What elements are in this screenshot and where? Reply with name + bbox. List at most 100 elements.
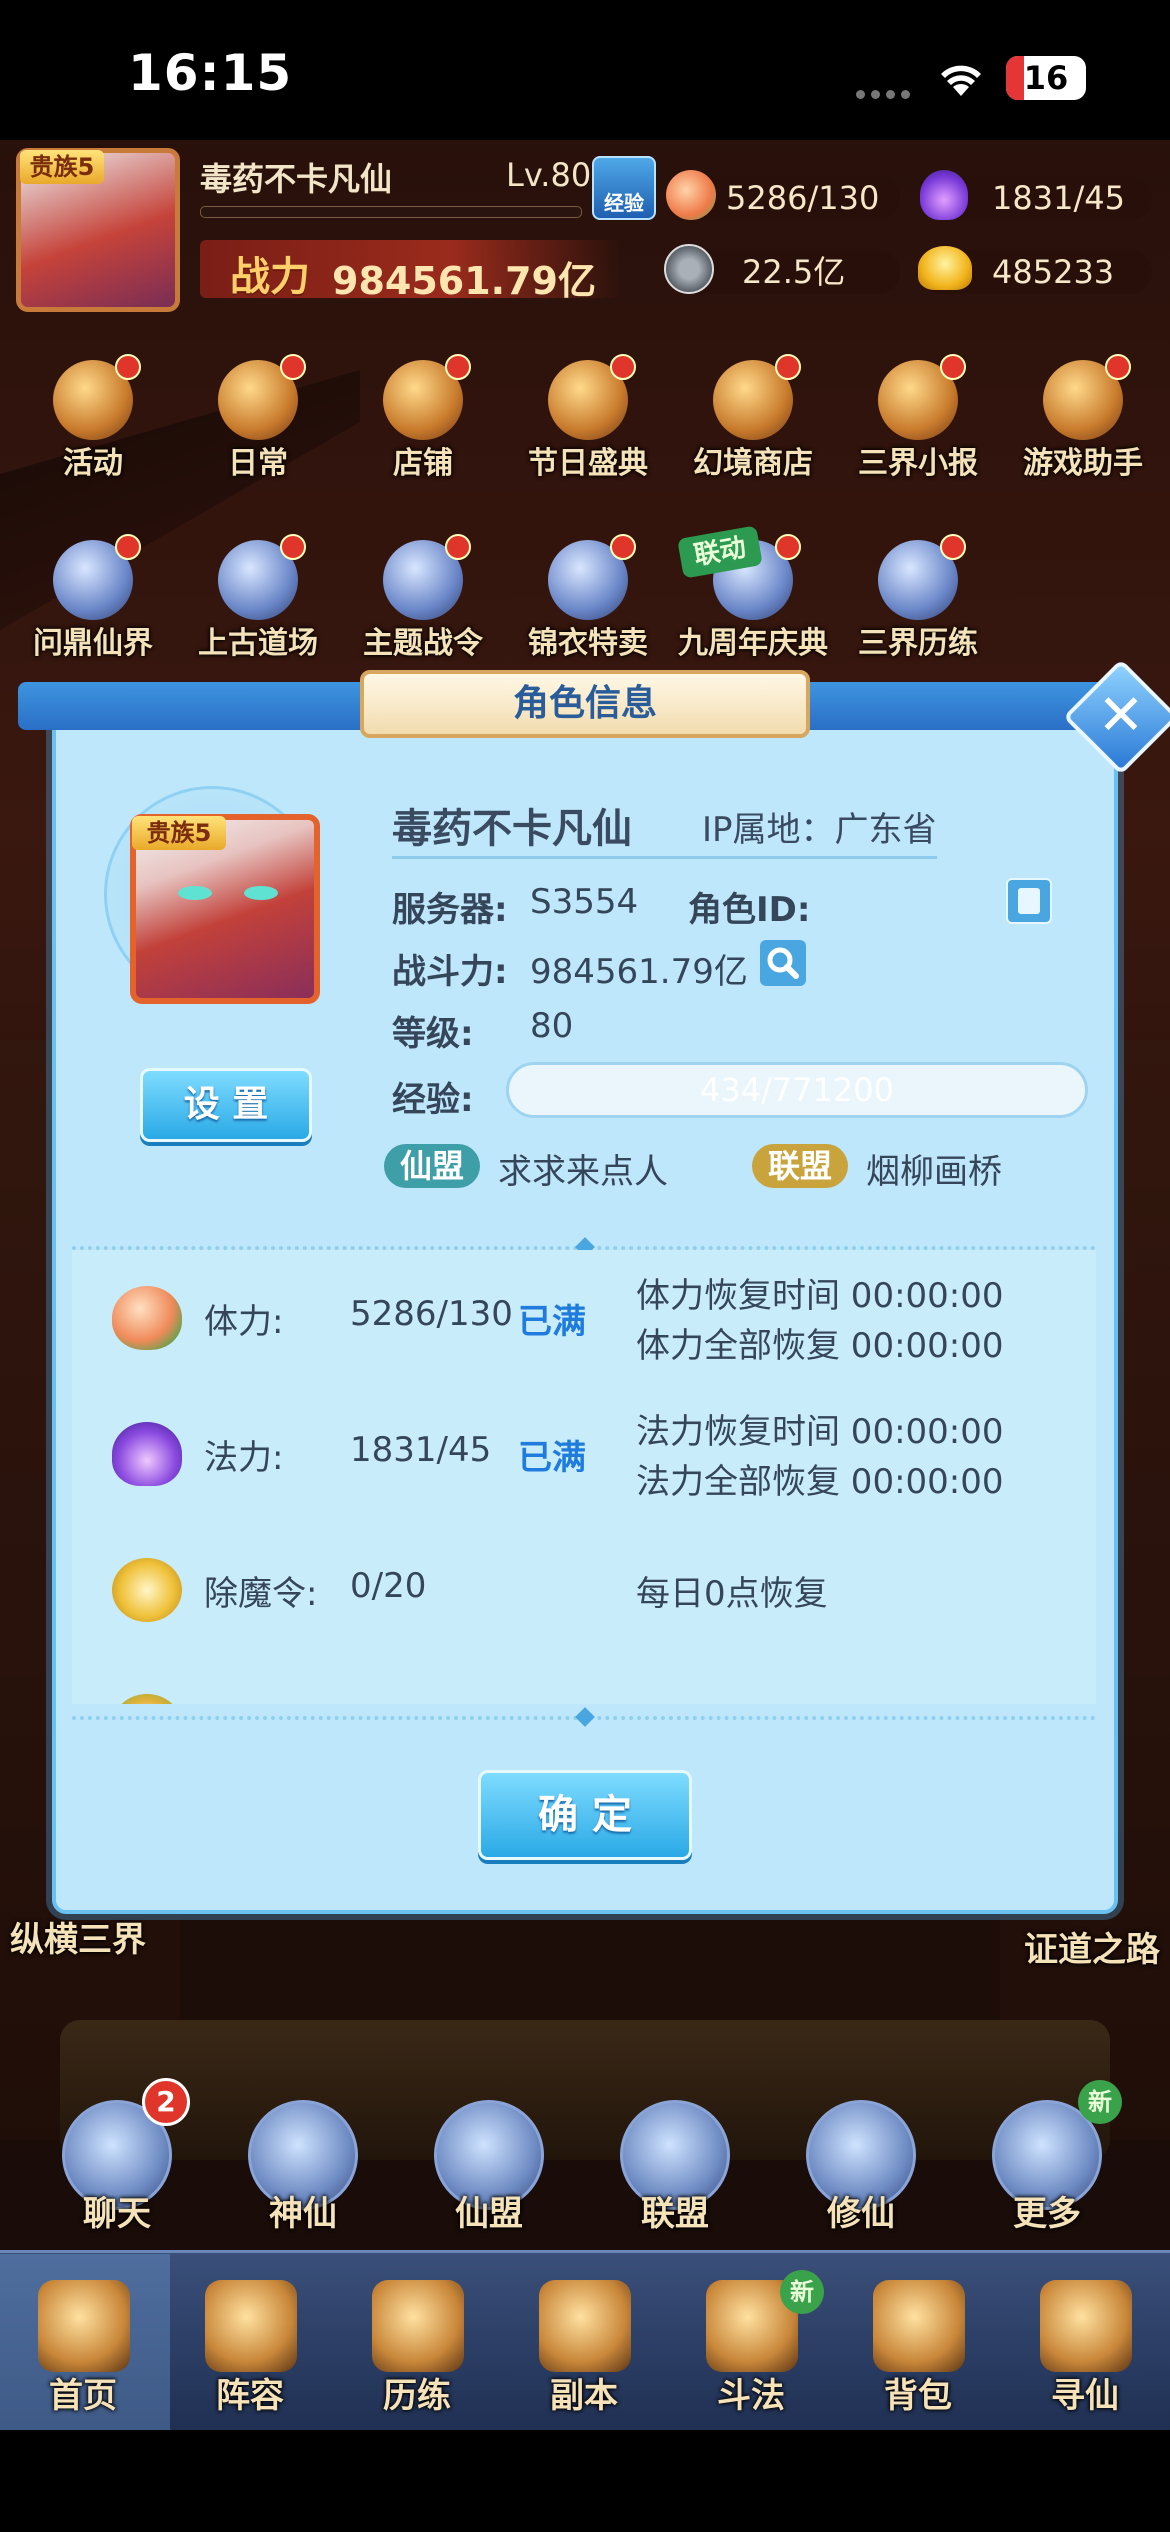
notification-dot [775,354,801,380]
bottom-nav-item[interactable]: 寻仙 [1002,2260,1169,2430]
side-label-right[interactable]: 证道之路 [960,1922,1160,1971]
menu-row1-label: 日常 [228,446,288,481]
menu-row2-label: 上古道场 [198,626,318,661]
bottom-nav-item[interactable]: 阵容 [167,2260,334,2430]
coin-icon [664,244,714,294]
menu-row1-label: 三界小报 [858,446,978,481]
power-value: 984561.79亿 [332,259,596,303]
status-bar: 16:15 16 [0,0,1170,140]
menu-row1-label: 活动 [63,446,123,481]
server-label: 服务器: [392,890,508,930]
bottom-nav-item[interactable]: 新 斗法 [668,2260,835,2430]
copy-icon[interactable] [1006,878,1052,924]
battery-level: 16 [1023,59,1069,97]
screen-bottom [0,2430,1170,2532]
peach-icon [112,1286,182,1350]
menu-row1-label: 幻境商店 [693,446,813,481]
role-name: 毒药不卡凡仙 [392,806,632,852]
stat-recover-line1: 体力恢复时间 00:00:00 [636,1276,1004,1316]
exp-bar [200,206,582,218]
power-value: 984561.79亿 [530,952,748,992]
notification-dot [445,534,471,560]
stat-value: 0/20 [350,1566,427,1606]
stat-row: 除魔令: 0/20 每日0点恢复 [72,1534,1096,1664]
alliance-name[interactable]: 烟柳画桥 [866,1144,1002,1193]
stat-value: 5286/130 [350,1294,513,1334]
notification-dot [775,534,801,560]
level-value: 80 [530,1006,574,1046]
eye-left [178,886,212,900]
server-value: S3554 [530,882,639,922]
menu-row2-label: 九周年庆典 [678,626,828,661]
exp-progress-text: 434/771200 [699,1071,894,1109]
purple-flame-icon [920,170,968,220]
stat-recover-line1: 法力恢复时间 00:00:00 [636,1412,1004,1452]
bottom-nav-item[interactable]: 背包 [835,2260,1002,2430]
alliance-tag: 联盟 [752,1144,848,1188]
battery-indicator: 16 [1006,56,1086,100]
exp-label: 经验: [392,1080,474,1120]
notification-dot [940,354,966,380]
notification-dot [280,354,306,380]
stat-row: 体力: 5286/130 已满 体力恢复时间 00:00:00 体力全部恢复 0… [72,1262,1096,1392]
settings-button[interactable]: 设 置 [140,1068,312,1142]
search-icon[interactable] [760,940,806,986]
function-bar-label: 修仙 [827,2194,895,2234]
stat-status: 已满 [518,1438,586,1478]
guild-name[interactable]: 求求来点人 [498,1144,668,1193]
notification-dot [280,534,306,560]
guild-tag: 仙盟 [384,1144,480,1188]
notification-dot [115,534,141,560]
cellular-signal-icon [856,84,916,99]
notification-dot [940,534,966,560]
function-bar-label: 聊天 [83,2194,151,2234]
stat-recover-line1: 每日0点恢复 [636,1574,828,1614]
stat-row: 修行令恢复时间 01:54:33 [72,1670,1096,1704]
menu-row2-label: 三界历练 [858,626,978,661]
stat-value: 1831/45 [350,1430,492,1470]
menu-row2-label: 问鼎仙界 [33,626,153,661]
bottom-nav-item[interactable]: 副本 [501,2260,668,2430]
wifi-icon [941,65,981,96]
menu-row2-label: 锦衣特卖 [528,626,648,661]
side-label-left[interactable]: 纵横三界 [10,1912,210,1961]
name-underline [392,856,937,859]
purple-flame-icon [112,1422,182,1486]
close-icon[interactable]: ✕ [1080,676,1162,758]
peach-icon [666,170,716,220]
demon-token-icon [112,1558,182,1622]
confirm-button[interactable]: 确 定 [478,1770,692,1860]
bottom-nav-label: 历练 [383,2376,451,2416]
exp-progress-track: 434/771200 [506,1062,1088,1118]
player-level: Lv.80 [506,156,592,194]
role-id-label: 角色ID: [688,890,811,930]
power-label: 战力 [230,254,310,300]
bottom-nav-item[interactable]: 历练 [334,2260,501,2430]
bottom-nav-icon [1040,2280,1132,2372]
stat-label: 除魔令: [204,1574,318,1614]
menu-row2-label: 主题战令 [363,626,483,661]
bottom-nav-icon [539,2280,631,2372]
stats-panel: 体力: 5286/130 已满 体力恢复时间 00:00:00 体力全部恢复 0… [72,1250,1096,1704]
function-bar-label: 仙盟 [455,2194,523,2234]
bottom-nav-label: 斗法 [717,2376,785,2416]
stat-status: 已满 [518,1302,586,1342]
bottom-nav-icon [873,2280,965,2372]
role-vip-badge: 贵族5 [132,816,226,850]
new-badge: 新 [1078,2080,1122,2124]
menu-row1-label: 店铺 [393,446,453,481]
bottom-nav-label: 寻仙 [1051,2376,1119,2416]
new-badge: 新 [780,2270,824,2314]
notification-dot [115,354,141,380]
stat-row: 法力: 1831/45 已满 法力恢复时间 00:00:00 法力全部恢复 00… [72,1398,1096,1528]
bottom-nav-item[interactable]: 首页 [0,2260,167,2430]
stat-recover-line2: 体力全部恢复 00:00:00 [636,1326,1004,1366]
notification-dot [1105,354,1131,380]
bottom-nav-label: 阵容 [216,2376,284,2416]
exp-button[interactable]: 经验 [592,156,656,220]
level-label: 等级: [392,1014,474,1054]
status-time: 16:15 [128,44,293,102]
menu-row1-label: 游戏助手 [1023,446,1143,481]
function-bar-label: 更多 [1013,2194,1081,2234]
dialog-title: 角色信息 [360,670,810,738]
